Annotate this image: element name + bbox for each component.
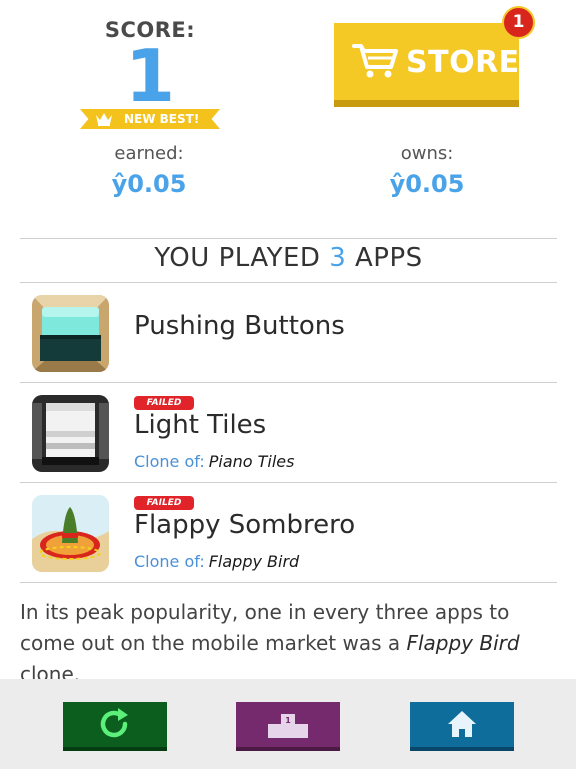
store-label: STORE <box>406 45 520 80</box>
list-item[interactable]: FAILED Flappy Sombrero Clone of: Flappy B… <box>20 483 557 583</box>
earned-panel: earned: ŷ0.05 <box>74 143 224 198</box>
clone-info: Clone of: Flappy Bird <box>134 552 299 571</box>
app-name: Light Tiles <box>134 410 267 440</box>
failed-badge: FAILED <box>134 396 194 410</box>
score-panel: SCORE: 1 NEW BEST! <box>78 18 222 129</box>
clone-of-name: Piano Tiles <box>208 452 295 471</box>
failed-badge: FAILED <box>134 496 194 510</box>
light-tiles-icon <box>32 395 109 472</box>
new-best-ribbon: NEW BEST! <box>80 109 220 129</box>
score-value: 1 <box>124 34 176 118</box>
owns-label: owns: <box>400 143 454 164</box>
replay-icon <box>100 708 128 738</box>
owns-value: ŷ0.05 <box>389 170 465 198</box>
clone-label: Clone of: <box>134 452 205 471</box>
bottom-bar: 1 <box>0 679 576 769</box>
podium-icon: 1 <box>268 714 308 738</box>
divider <box>20 238 557 239</box>
list-item[interactable]: FAILED Light Tiles Clone of: Piano Tiles <box>20 383 557 483</box>
pushing-buttons-icon <box>32 295 109 372</box>
clone-info: Clone of: Piano Tiles <box>134 452 294 471</box>
played-heading: YOU PLAYED 3 APPS <box>20 243 557 273</box>
clone-of-name: Flappy Bird <box>208 552 300 571</box>
app-name: Flappy Sombrero <box>134 510 356 540</box>
list-item[interactable]: Pushing Buttons <box>20 283 557 383</box>
cart-icon <box>352 44 398 78</box>
crown-icon <box>96 113 112 126</box>
app-name: Pushing Buttons <box>134 311 345 341</box>
leaderboard-button[interactable]: 1 <box>236 702 340 751</box>
sombrero-icon <box>32 495 109 572</box>
fact-highlight: Flappy Bird <box>406 631 520 655</box>
home-button[interactable] <box>410 702 514 751</box>
home-icon <box>448 711 476 737</box>
replay-button[interactable] <box>63 702 167 751</box>
store-button[interactable]: STORE <box>334 23 519 107</box>
played-suffix: APPS <box>355 243 423 273</box>
earned-label: earned: <box>114 143 184 164</box>
played-count: 3 <box>329 243 347 273</box>
played-prefix: YOU PLAYED <box>154 243 321 273</box>
new-best-label: NEW BEST! <box>124 112 200 126</box>
podium-rank: 1 <box>285 716 291 725</box>
store-notification-badge: 1 <box>502 6 535 39</box>
fun-fact-text: In its peak popularity, one in every thr… <box>20 597 540 690</box>
divider <box>20 582 557 583</box>
clone-label: Clone of: <box>134 552 205 571</box>
earned-value: ŷ0.05 <box>111 170 187 198</box>
owns-panel: owns: ŷ0.05 <box>352 143 502 198</box>
